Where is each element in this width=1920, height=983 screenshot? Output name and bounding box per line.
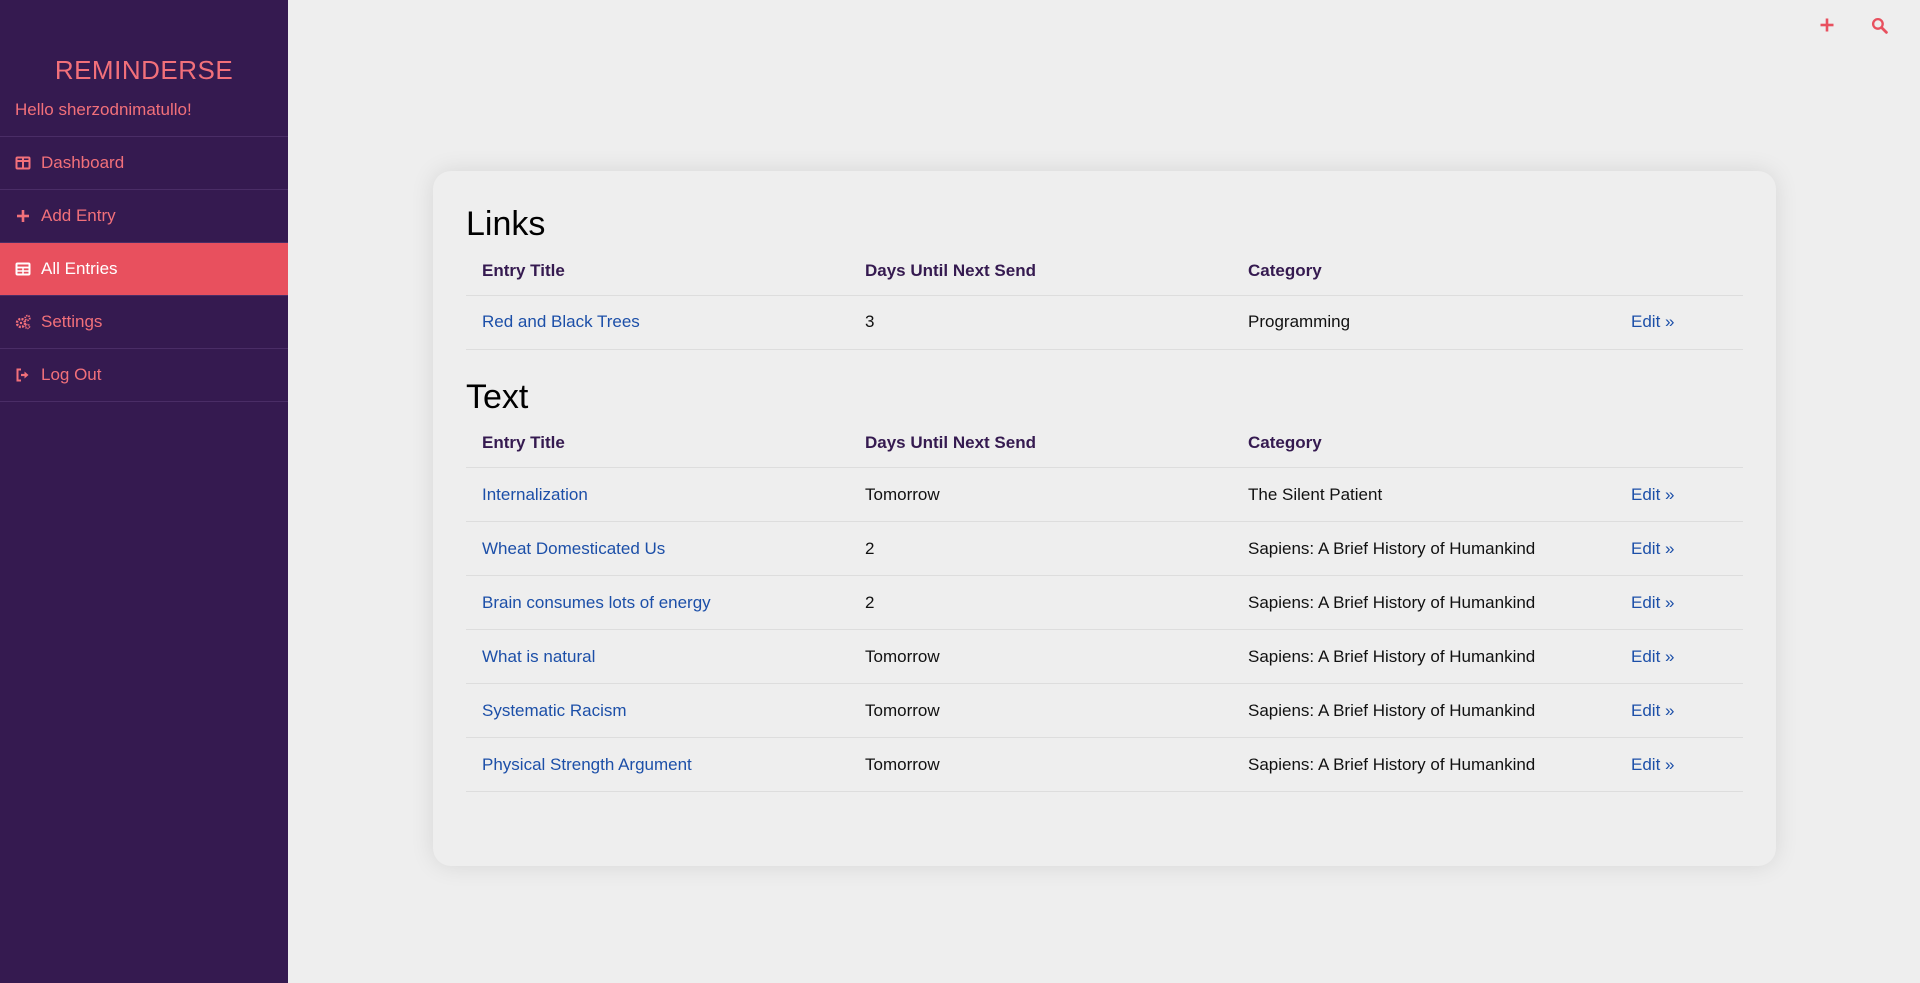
entry-title-link[interactable]: Brain consumes lots of energy	[466, 575, 849, 630]
greeting-text: Hello sherzodnimatullo!	[15, 100, 192, 119]
column-header-actions	[1615, 247, 1743, 296]
links-table: Entry Title Days Until Next Send Categor…	[466, 247, 1743, 350]
table-row: Physical Strength Argument Tomorrow Sapi…	[466, 737, 1743, 792]
sidebar-item-label: Settings	[41, 312, 103, 331]
entry-title-link[interactable]: Physical Strength Argument	[466, 737, 849, 792]
category-cell: Programming	[1232, 295, 1615, 350]
table-row: Systematic Racism Tomorrow Sapiens: A Br…	[466, 683, 1743, 738]
brand-logo[interactable]: REMINDERSE	[0, 0, 288, 90]
days-until-next-send: 2	[849, 575, 1232, 630]
text-table: Entry Title Days Until Next Send Categor…	[466, 419, 1743, 792]
sidebar-item-all-entries[interactable]: All Entries	[0, 243, 288, 296]
days-until-next-send: 2	[849, 521, 1232, 576]
edit-link[interactable]: Edit »	[1615, 737, 1743, 792]
links-section-title: Links	[466, 205, 546, 243]
column-header-days: Days Until Next Send	[849, 419, 1232, 468]
days-until-next-send: Tomorrow	[849, 629, 1232, 684]
table-row: Red and Black Trees 3 Programming Edit »	[466, 295, 1743, 350]
sidebar-item-label: Log Out	[41, 365, 102, 384]
plus-icon	[15, 208, 31, 224]
sidebar-item-label: Dashboard	[41, 153, 125, 172]
days-until-next-send: Tomorrow	[849, 737, 1232, 792]
edit-link[interactable]: Edit »	[1615, 467, 1743, 522]
search-button[interactable]	[1868, 14, 1890, 36]
table-header-row: Entry Title Days Until Next Send Categor…	[466, 419, 1743, 468]
text-section-title: Text	[466, 377, 529, 416]
top-actions	[1816, 14, 1890, 36]
edit-link[interactable]: Edit »	[1615, 521, 1743, 576]
edit-link[interactable]: Edit »	[1615, 683, 1743, 738]
category-cell: Sapiens: A Brief History of Humankind	[1232, 521, 1615, 576]
table-row: Wheat Domesticated Us 2 Sapiens: A Brief…	[466, 521, 1743, 576]
sidebar-nav: Dashboard Add Entry All Entries Settings…	[0, 136, 288, 402]
table-header-row: Entry Title Days Until Next Send Categor…	[466, 247, 1743, 296]
days-until-next-send: Tomorrow	[849, 683, 1232, 738]
sidebar-item-dashboard[interactable]: Dashboard	[0, 137, 288, 190]
entry-title-link[interactable]: Red and Black Trees	[466, 295, 849, 350]
cogs-icon	[15, 314, 31, 330]
sidebar-item-settings[interactable]: Settings	[0, 296, 288, 349]
days-until-next-send: 3	[849, 295, 1232, 350]
column-header-actions	[1615, 419, 1743, 468]
table-icon	[15, 261, 31, 277]
edit-link[interactable]: Edit »	[1615, 295, 1743, 350]
entries-card: Links Entry Title Days Until Next Send C…	[433, 171, 1776, 866]
plus-icon	[1820, 18, 1834, 32]
sidebar-item-label: Add Entry	[41, 206, 116, 225]
days-until-next-send: Tomorrow	[849, 467, 1232, 522]
entry-title-link[interactable]: Internalization	[466, 467, 849, 522]
category-cell: Sapiens: A Brief History of Humankind	[1232, 683, 1615, 738]
sign-out-icon	[15, 367, 31, 383]
column-header-entry-title: Entry Title	[466, 419, 849, 468]
columns-icon	[15, 155, 31, 171]
column-header-category: Category	[1232, 247, 1615, 296]
category-cell: The Silent Patient	[1232, 467, 1615, 522]
entry-title-link[interactable]: Systematic Racism	[466, 683, 849, 738]
edit-link[interactable]: Edit »	[1615, 575, 1743, 630]
table-row: What is natural Tomorrow Sapiens: A Brie…	[466, 629, 1743, 684]
category-cell: Sapiens: A Brief History of Humankind	[1232, 575, 1615, 630]
sidebar-item-log-out[interactable]: Log Out	[0, 349, 288, 402]
search-icon	[1871, 17, 1888, 34]
entry-title-link[interactable]: What is natural	[466, 629, 849, 684]
table-row: Brain consumes lots of energy 2 Sapiens:…	[466, 575, 1743, 630]
sidebar: REMINDERSE Hello sherzodnimatullo! Dashb…	[0, 0, 288, 983]
column-header-entry-title: Entry Title	[466, 247, 849, 296]
column-header-category: Category	[1232, 419, 1615, 468]
column-header-days: Days Until Next Send	[849, 247, 1232, 296]
sidebar-item-label: All Entries	[41, 259, 118, 278]
entry-title-link[interactable]: Wheat Domesticated Us	[466, 521, 849, 576]
edit-link[interactable]: Edit »	[1615, 629, 1743, 684]
add-entry-button[interactable]	[1816, 14, 1838, 36]
sidebar-item-add-entry[interactable]: Add Entry	[0, 190, 288, 243]
category-cell: Sapiens: A Brief History of Humankind	[1232, 629, 1615, 684]
category-cell: Sapiens: A Brief History of Humankind	[1232, 737, 1615, 792]
table-row: Internalization Tomorrow The Silent Pati…	[466, 467, 1743, 522]
